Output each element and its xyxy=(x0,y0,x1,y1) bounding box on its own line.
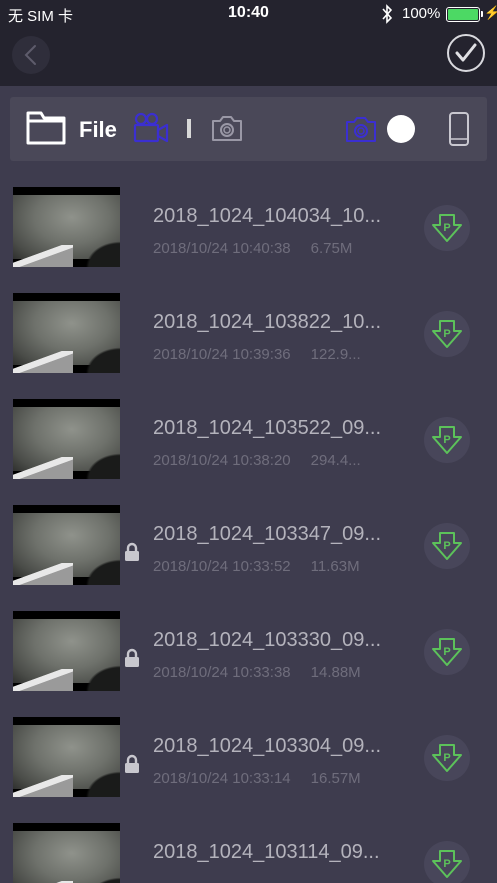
download-button[interactable]: P xyxy=(424,735,470,781)
svg-text:P: P xyxy=(443,752,450,764)
file-date: 2018/10/24 10:33:38 xyxy=(153,664,291,681)
phone-icon[interactable] xyxy=(448,111,470,147)
file-name: 2018_1024_103330_09... xyxy=(153,629,382,651)
file-date: 2018/10/24 10:40:38 xyxy=(153,240,291,257)
chevron-left-icon xyxy=(24,45,36,65)
file-meta xyxy=(153,876,173,883)
toolbar: File xyxy=(10,97,487,161)
file-meta: 2018/10/24 10:40:38 6.75M xyxy=(153,240,352,257)
download-button[interactable]: P xyxy=(424,523,470,569)
nav-bar xyxy=(0,28,497,86)
video-thumbnail[interactable] xyxy=(13,187,120,267)
file-date: 2018/10/24 10:33:14 xyxy=(153,770,291,787)
mode-divider xyxy=(187,119,191,138)
file-meta: 2018/10/24 10:33:14 16.57M xyxy=(153,770,361,787)
file-size: 14.88M xyxy=(310,664,361,681)
file-row[interactable]: 2018_1024_103330_09... 2018/10/24 10:33:… xyxy=(0,594,497,700)
file-meta: 2018/10/24 10:39:36 122.9... xyxy=(153,346,361,363)
file-name: 2018_1024_104034_10... xyxy=(153,205,382,227)
battery-tip xyxy=(481,11,483,17)
source-toggle-knob[interactable] xyxy=(387,115,415,143)
file-date: 2018/10/24 10:39:36 xyxy=(153,346,291,363)
file-row[interactable]: 2018_1024_104034_10... 2018/10/24 10:40:… xyxy=(0,170,497,276)
video-thumbnail[interactable] xyxy=(13,611,120,691)
file-meta: 2018/10/24 10:33:52 11.63M xyxy=(153,558,360,575)
file-size: 11.63M xyxy=(310,558,360,575)
video-thumbnail[interactable] xyxy=(13,717,120,797)
download-button[interactable]: P xyxy=(424,417,470,463)
camera-icon[interactable] xyxy=(211,114,243,142)
svg-text:P: P xyxy=(443,646,450,658)
download-p-icon: P xyxy=(432,744,462,772)
file-size: 294.4... xyxy=(310,452,361,469)
download-button[interactable]: P xyxy=(424,629,470,675)
download-button[interactable]: P xyxy=(424,205,470,251)
file-row[interactable]: 2018_1024_103304_09... 2018/10/24 10:33:… xyxy=(0,700,497,806)
file-row[interactable]: 2018_1024_103822_10... 2018/10/24 10:39:… xyxy=(0,276,497,382)
lock-icon xyxy=(125,542,139,561)
download-p-icon: P xyxy=(432,320,462,348)
file-meta: 2018/10/24 10:38:20 294.4... xyxy=(153,452,361,469)
video-camera-icon[interactable] xyxy=(133,112,169,144)
svg-text:P: P xyxy=(443,434,450,446)
video-thumbnail[interactable] xyxy=(13,293,120,373)
file-row[interactable]: 2018_1024_103347_09... 2018/10/24 10:33:… xyxy=(0,488,497,594)
video-thumbnail[interactable] xyxy=(13,505,120,585)
svg-text:P: P xyxy=(443,222,450,234)
checkmark-circle-icon xyxy=(455,43,477,62)
file-name: 2018_1024_103304_09... xyxy=(153,735,382,757)
status-bar: 无 SIM 卡 10:40 100% ⚡ xyxy=(0,0,497,28)
battery-percent: 100% xyxy=(402,5,441,22)
battery-icon xyxy=(446,7,480,22)
camera-mode-icon[interactable] xyxy=(345,115,377,143)
file-meta: 2018/10/24 10:33:38 14.88M xyxy=(153,664,361,681)
file-label[interactable]: File xyxy=(79,117,117,143)
confirm-button[interactable] xyxy=(447,34,485,72)
video-thumbnail[interactable] xyxy=(13,399,120,479)
download-p-icon: P xyxy=(432,214,462,242)
file-date: 2018/10/24 10:38:20 xyxy=(153,452,291,469)
download-p-icon: P xyxy=(432,532,462,560)
svg-text:P: P xyxy=(443,858,450,870)
bluetooth-icon xyxy=(382,4,393,24)
lock-icon xyxy=(125,648,139,667)
download-button[interactable]: P xyxy=(424,841,470,883)
folder-icon[interactable] xyxy=(26,109,66,145)
file-size: 6.75M xyxy=(310,240,353,257)
file-row[interactable]: 2018_1024_103114_09... P xyxy=(0,806,497,883)
svg-text:P: P xyxy=(443,540,450,552)
svg-text:P: P xyxy=(443,328,450,340)
download-button[interactable]: P xyxy=(424,311,470,357)
download-p-icon: P xyxy=(432,426,462,454)
download-p-icon: P xyxy=(432,850,462,878)
file-size: 16.57M xyxy=(310,770,361,787)
file-name: 2018_1024_103114_09... xyxy=(153,841,380,863)
lock-icon xyxy=(125,754,139,773)
file-date: 2018/10/24 10:33:52 xyxy=(153,558,291,575)
file-row[interactable]: 2018_1024_103522_09... 2018/10/24 10:38:… xyxy=(0,382,497,488)
file-name: 2018_1024_103347_09... xyxy=(153,523,382,545)
file-name: 2018_1024_103522_09... xyxy=(153,417,382,439)
back-button[interactable] xyxy=(12,36,50,74)
file-name: 2018_1024_103822_10... xyxy=(153,311,382,333)
video-thumbnail[interactable] xyxy=(13,823,120,883)
charging-icon: ⚡ xyxy=(484,5,497,20)
download-p-icon: P xyxy=(432,638,462,666)
file-size: 122.9... xyxy=(310,346,361,363)
